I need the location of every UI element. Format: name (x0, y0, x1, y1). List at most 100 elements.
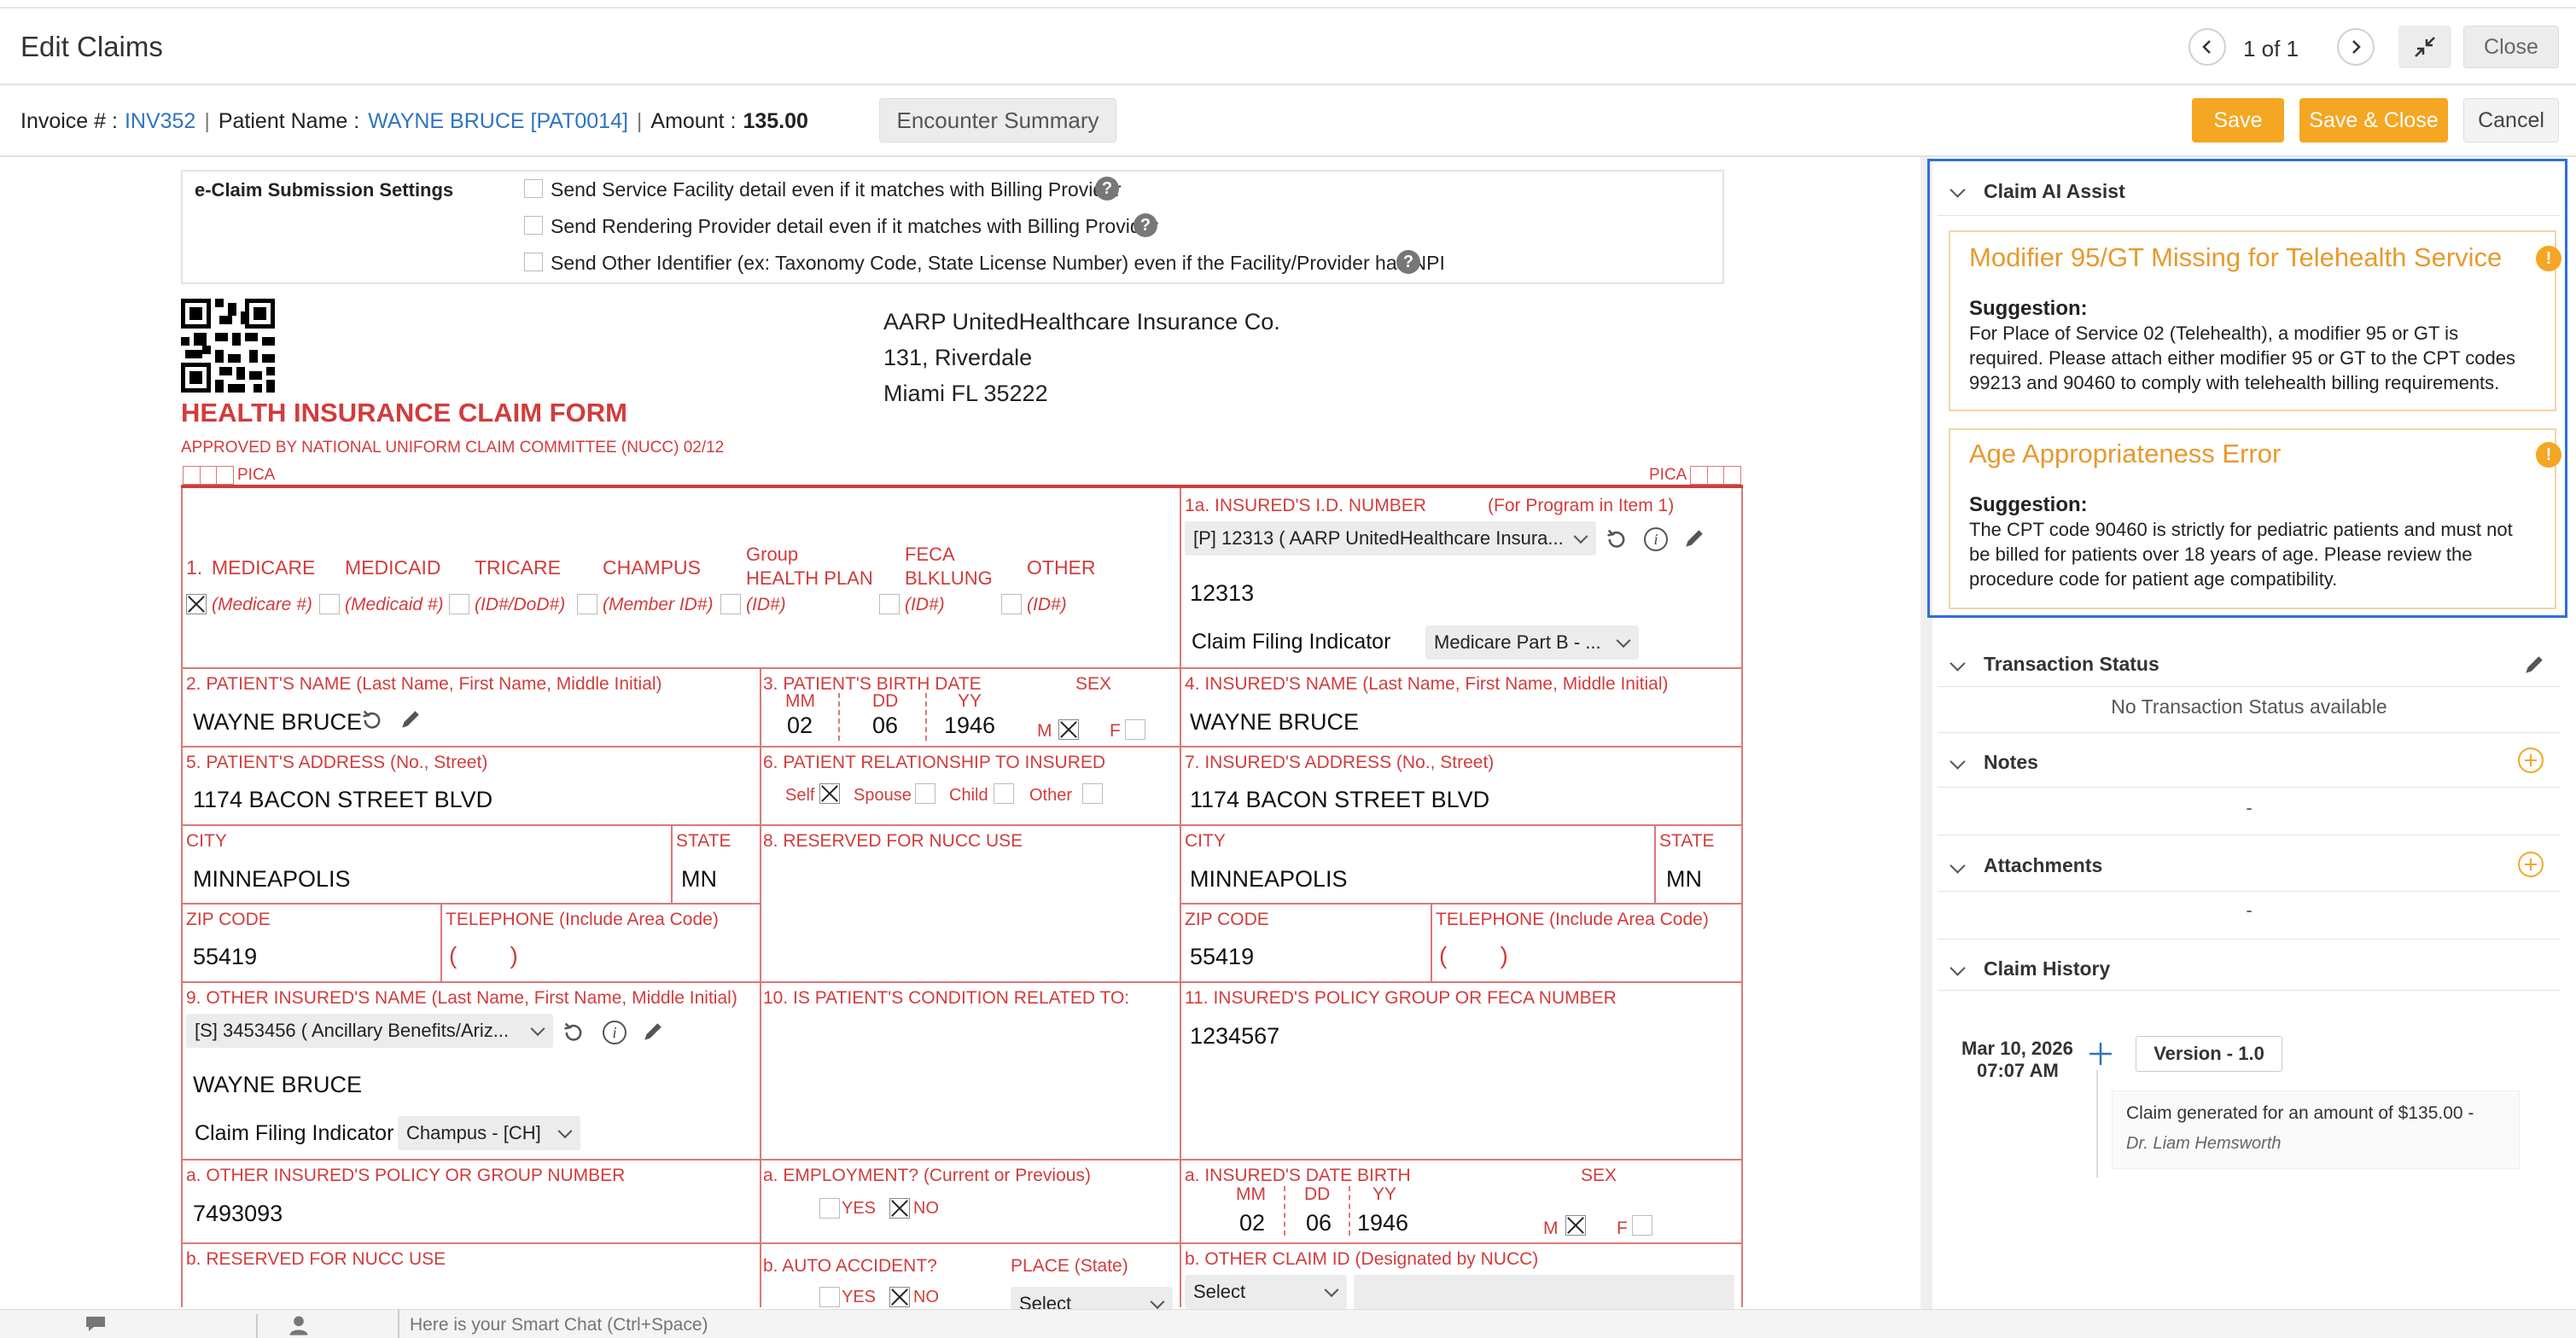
birth-month-value[interactable]: 02 (787, 713, 813, 738)
service-facility-checkbox[interactable] (524, 179, 543, 198)
insured-zip-label: ZIP CODE (1185, 910, 1269, 929)
patient-city-label: CITY (186, 831, 227, 851)
birth-day-value[interactable]: 06 (872, 713, 898, 738)
add-attachment-icon[interactable] (2518, 852, 2544, 877)
rel-other-checkbox[interactable] (1082, 783, 1103, 804)
other-claim-id-input[interactable] (1354, 1275, 1734, 1309)
claim-history-title[interactable]: Claim History (1984, 957, 2110, 980)
sex-male-checkbox[interactable] (1058, 719, 1079, 740)
smart-chat-input[interactable] (410, 1312, 1605, 1338)
patient-label: Patient Name : (218, 108, 360, 133)
other-identifier-checkbox[interactable] (524, 253, 543, 271)
patient-address-value[interactable]: 1174 BACON STREET BLVD (193, 787, 492, 812)
feca-checkbox[interactable] (879, 594, 900, 614)
claim-ai-assist-title[interactable]: Claim AI Assist (1984, 180, 2125, 203)
rel-spouse-checkbox[interactable] (915, 783, 935, 804)
save-button[interactable]: Save (2192, 98, 2284, 143)
rel-child-checkbox[interactable] (994, 783, 1014, 804)
insured-dob-day-value[interactable]: 06 (1306, 1210, 1332, 1236)
birth-year-value[interactable]: 1946 (944, 713, 995, 738)
primary-insurance-select[interactable]: [P] 12313 ( AARP UnitedHealthcare Insura… (1185, 521, 1596, 556)
tricare-checkbox[interactable] (449, 594, 469, 614)
help-icon[interactable]: ? (1396, 250, 1420, 274)
reset-icon[interactable] (562, 1021, 586, 1044)
secondary-insurance-select[interactable]: [S] 3453456 ( Ancillary Benefits/Ariz... (186, 1014, 553, 1048)
chat-bar-divider (398, 1309, 399, 1338)
edit-pencil-icon[interactable] (399, 708, 422, 730)
cancel-button[interactable]: Cancel (2463, 98, 2559, 143)
insured-address-value[interactable]: 1174 BACON STREET BLVD (1190, 787, 1489, 812)
edit-pencil-icon[interactable] (642, 1021, 664, 1043)
employment-yes-checkbox[interactable] (819, 1198, 840, 1219)
chevron-down-icon[interactable] (1949, 753, 1966, 770)
medicare-checkbox[interactable] (186, 594, 207, 614)
insured-zip-value[interactable]: 55419 (1190, 944, 1254, 969)
patient-state-value[interactable]: MN (681, 866, 717, 892)
close-button[interactable]: Close (2463, 26, 2559, 68)
birth-mm-label: MM (785, 691, 815, 711)
patient-address-label: 5. PATIENT'S ADDRESS (No., Street) (186, 753, 488, 772)
rendering-provider-checkbox[interactable] (524, 216, 543, 235)
invoice-link[interactable]: INV352 (125, 109, 195, 134)
reset-icon[interactable] (360, 708, 384, 732)
add-note-icon[interactable] (2518, 748, 2544, 773)
other-claim-id-select[interactable]: Select (1185, 1275, 1347, 1309)
sex-female-checkbox[interactable] (1125, 719, 1145, 740)
help-icon[interactable]: ? (1095, 177, 1119, 201)
patient-telephone-value[interactable]: ( ) (449, 944, 518, 968)
auto-accident-yes-checkbox[interactable] (819, 1287, 840, 1307)
auto-accident-no-checkbox[interactable] (889, 1287, 910, 1307)
history-version-badge[interactable]: Version - 1.0 (2136, 1036, 2282, 1072)
claim-filing-indicator-select[interactable]: Medicare Part B - ... (1425, 625, 1639, 660)
collapse-button[interactable] (2398, 26, 2451, 68)
other-checkbox[interactable] (1001, 594, 1022, 614)
patient-name-value[interactable]: WAYNE BRUCE (193, 709, 362, 735)
prev-page-button[interactable] (2188, 28, 2226, 66)
patient-city-value[interactable]: MINNEAPOLIS (193, 866, 351, 892)
transaction-status-title[interactable]: Transaction Status (1984, 653, 2159, 676)
medicaid-checkbox[interactable] (319, 594, 340, 614)
form-row-rule (181, 903, 761, 905)
insured-sex-male-checkbox[interactable] (1565, 1215, 1586, 1236)
edit-pencil-icon[interactable] (2523, 654, 2545, 676)
insured-dob-month-value[interactable]: 02 (1239, 1210, 1265, 1236)
patient-zip-value[interactable]: 55419 (193, 944, 257, 969)
insured-id-value[interactable]: 12313 (1190, 580, 1254, 606)
user-icon[interactable] (287, 1313, 311, 1337)
rel-self-checkbox[interactable] (819, 783, 840, 804)
insured-telephone-value[interactable]: ( ) (1439, 944, 1508, 968)
info-icon[interactable]: i (1644, 527, 1668, 551)
insured-dob-year-value[interactable]: 1946 (1357, 1210, 1408, 1236)
insured-city-value[interactable]: MINNEAPOLIS (1190, 866, 1348, 892)
patient-link[interactable]: WAYNE BRUCE [PAT0014] (368, 109, 628, 134)
insured-state-value[interactable]: MN (1666, 866, 1702, 892)
help-icon[interactable]: ? (1134, 213, 1157, 237)
chevron-down-icon[interactable] (1949, 858, 1966, 874)
other-claim-filing-indicator-select[interactable]: Champus - [CH] (398, 1116, 580, 1150)
edit-pencil-icon[interactable] (1683, 527, 1705, 550)
chat-icon[interactable] (84, 1314, 109, 1335)
reset-icon[interactable] (1605, 527, 1629, 551)
attachments-title[interactable]: Attachments (1984, 854, 2102, 877)
insured-id-label: 1a. INSURED'S I.D. NUMBER (1185, 496, 1426, 515)
warning-icon: ! (2536, 246, 2561, 271)
other-insured-policy-value[interactable]: 7493093 (193, 1201, 283, 1226)
chevron-down-icon[interactable] (1949, 960, 1966, 976)
tricare-id-label: (ID#/DoD#) (475, 595, 566, 614)
notes-title[interactable]: Notes (1984, 751, 2038, 774)
info-icon[interactable]: i (603, 1021, 627, 1044)
champus-checkbox[interactable] (577, 594, 597, 614)
other-insured-name-value[interactable]: WAYNE BRUCE (193, 1072, 362, 1097)
insured-name-value[interactable]: WAYNE BRUCE (1190, 709, 1359, 735)
next-page-button[interactable] (2337, 28, 2375, 66)
chevron-down-icon[interactable] (1949, 655, 1966, 672)
encounter-summary-button[interactable]: Encounter Summary (879, 98, 1116, 143)
employment-no-checkbox[interactable] (889, 1198, 910, 1219)
other-claim-id-label: b. OTHER CLAIM ID (Designated by NUCC) (1185, 1249, 1539, 1269)
save-close-button[interactable]: Save & Close (2299, 98, 2448, 143)
insured-policy-group-value[interactable]: 1234567 (1190, 1023, 1279, 1049)
plus-icon[interactable] (2088, 1041, 2113, 1067)
amount-label: Amount : (650, 108, 737, 133)
group-checkbox[interactable] (720, 594, 741, 614)
insured-sex-female-checkbox[interactable] (1632, 1215, 1652, 1236)
